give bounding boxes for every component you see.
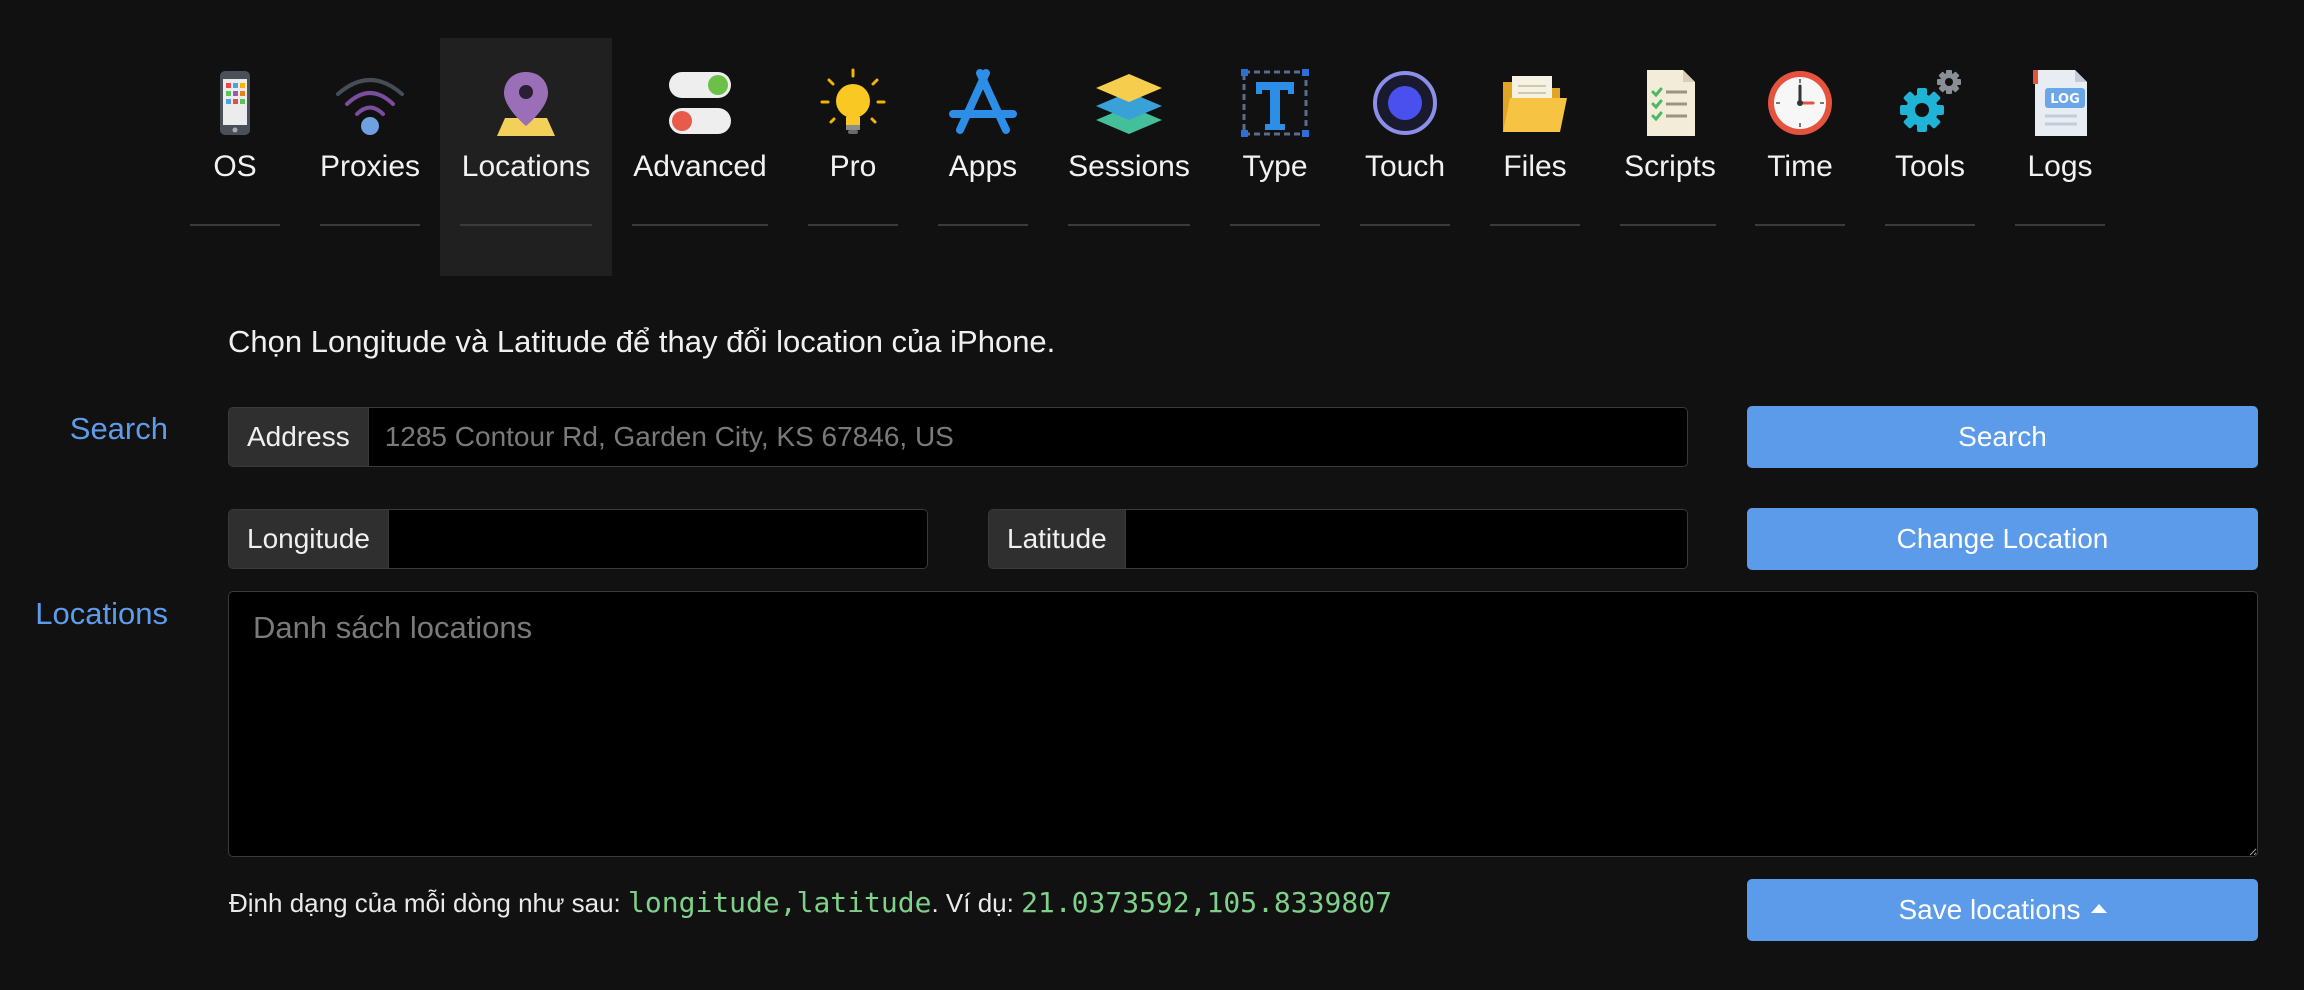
checklist-icon [1635,68,1705,138]
format-hint: Định dạng của mỗi dòng như sau: longitud… [229,886,1392,919]
nav-label: Type [1242,150,1308,183]
locations-textarea[interactable] [228,591,2258,857]
nav-label: Proxies [319,150,421,183]
nav-underline [2015,224,2105,226]
longitude-input-group: Longitude [228,509,928,569]
nav-label: OS [213,150,257,183]
hint-middle: . Ví dụ: [931,888,1022,918]
address-input[interactable] [368,408,1687,466]
longitude-input[interactable] [389,510,927,568]
nav-item-type[interactable]: Type [1230,38,1320,276]
touch-icon [1370,68,1440,138]
top-nav: OS Proxies Locations Advanced Pro Apps S… [0,38,2304,276]
latitude-addon: Latitude [989,510,1126,568]
nav-underline [460,224,592,226]
nav-label: Scripts [1624,150,1716,183]
hint-example-code: 21.0373592,105.8339807 [1021,886,1392,919]
hint-prefix: Định dạng của mỗi dòng như sau: [229,888,629,918]
wifi-icon [335,68,405,138]
nav-item-os[interactable]: OS [190,38,280,276]
nav-item-touch[interactable]: Touch [1360,38,1450,276]
nav-underline [1490,224,1580,226]
locations-section-label: Locations [35,596,168,631]
nav-label: Pro [829,150,877,183]
address-addon: Address [229,408,369,466]
toggle-icon [665,68,735,138]
nav-underline [1620,224,1716,226]
search-button[interactable]: Search [1747,406,2258,468]
log-file-icon: LOG [2025,68,2095,138]
nav-underline [808,224,898,226]
nav-label: Tools [1894,150,1966,183]
phone-icon [200,68,270,138]
gears-icon [1895,68,1965,138]
nav-underline [1230,224,1320,226]
nav-item-files[interactable]: Files [1490,38,1580,276]
intro-text: Chọn Longitude và Latitude để thay đổi l… [228,324,1056,359]
lightbulb-icon [818,68,888,138]
caret-up-icon [2090,903,2107,913]
nav-label: Touch [1364,150,1446,183]
nav-underline [1360,224,1450,226]
text-type-icon [1240,68,1310,138]
latitude-input-group: Latitude [988,509,1688,569]
change-location-button[interactable]: Change Location [1747,508,2258,570]
nav-label: Sessions [1068,150,1190,183]
app-store-icon [948,68,1018,138]
search-section-label: Search [69,411,168,446]
nav-label: Advanced [633,150,767,183]
layers-icon [1094,68,1164,138]
nav-item-scripts[interactable]: Scripts [1620,38,1720,276]
nav-label: Time [1767,150,1833,183]
nav-label: Locations [461,150,591,183]
nav-underline [1885,224,1975,226]
latitude-input[interactable] [1125,510,1687,568]
nav-label: Files [1503,150,1567,183]
hint-format-code: longitude,latitude [628,886,932,919]
nav-item-sessions[interactable]: Sessions [1068,38,1190,276]
clock-icon [1765,68,1835,138]
save-locations-button[interactable]: Save locations [1747,879,2258,941]
nav-label: Apps [948,150,1018,183]
nav-item-logs[interactable]: LOG Logs [2015,38,2105,276]
longitude-addon: Longitude [229,510,390,568]
nav-item-proxies[interactable]: Proxies [320,38,420,276]
nav-item-tools[interactable]: Tools [1885,38,1975,276]
nav-item-time[interactable]: Time [1755,38,1845,276]
map-pin-icon [491,68,561,138]
address-input-group: Address [228,407,1688,467]
nav-underline [190,224,280,226]
folder-icon [1500,68,1570,138]
nav-underline [1068,224,1190,226]
nav-label: Logs [2027,150,2093,183]
nav-underline [1755,224,1845,226]
nav-item-apps[interactable]: Apps [938,38,1028,276]
nav-underline [938,224,1028,226]
save-locations-label: Save locations [1898,894,2081,925]
nav-item-advanced[interactable]: Advanced [632,38,768,276]
nav-item-locations[interactable]: Locations [440,38,612,276]
nav-underline [632,224,768,226]
nav-underline [320,224,420,226]
log-badge-text: LOG [2050,92,2080,107]
nav-item-pro[interactable]: Pro [808,38,898,276]
